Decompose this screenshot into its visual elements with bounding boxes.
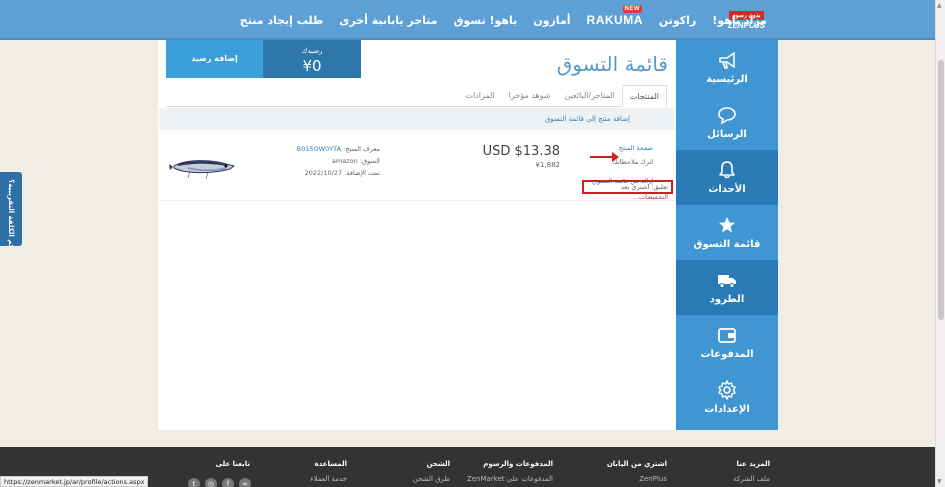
scroll-down-icon[interactable]: ▼: [937, 478, 942, 485]
sidebar-item-payments[interactable]: المدفوعات: [676, 315, 778, 370]
balance-label: رصيدك: [301, 47, 323, 55]
footer-heading: الشحن: [426, 460, 451, 468]
scrollbar-thumb[interactable]: [938, 60, 944, 320]
wallet-icon: [718, 328, 736, 343]
footer-col-help: المساعدة خدمة العملاء: [310, 460, 347, 483]
product-meta: معرف المنتج: B015OW0YTA السوق: amazon تم…: [290, 143, 380, 179]
footer-link[interactable]: المدفوعات على ZenMarket: [467, 475, 553, 483]
footer-col-follow: تابعنا على: [216, 460, 250, 475]
add-balance-button[interactable]: إضافة رصيد: [166, 40, 263, 78]
comment-box[interactable]: تعليق: اشتري بعد التخفيضات...: [582, 180, 673, 201]
footer-heading: اشتري من اليابان: [606, 460, 667, 468]
status-bar-url: https://zenmarket.jp/ar/profile/actions.…: [0, 476, 149, 487]
sidebar-label-parcels: الطرود: [709, 294, 745, 305]
new-badge: NEW: [622, 5, 643, 13]
chat-bubble-icon: [718, 107, 736, 125]
sidebar-item-home[interactable]: الرئيسية: [676, 40, 778, 95]
footer-heading: المدفوعات والرسوم: [483, 460, 553, 468]
footer-col-payments: المدفوعات والرسوم المدفوعات على ZenMarke…: [467, 460, 553, 483]
sidebar-label-messages: الرسائل: [707, 129, 747, 140]
sidebar-label-payments: المدفوعات: [700, 349, 754, 360]
sidebar-item-shopping-list[interactable]: قائمة التسوق: [676, 205, 778, 260]
star-icon: [719, 217, 735, 233]
scroll-up-icon[interactable]: ▲: [937, 2, 942, 9]
product-image[interactable]: [168, 152, 238, 182]
add-to-list-link[interactable]: إضافة منتج إلى قائمة التسوق: [159, 108, 675, 130]
twitter-icon[interactable]: t: [188, 478, 200, 487]
tab-stores[interactable]: المتاجر/البائعين: [557, 85, 621, 107]
sidebar: الرئيسية الرسائل الأحداث قائمة التسوق ال…: [676, 40, 778, 430]
nav-item-yahoo-shopping[interactable]: ياهو! تسوق: [446, 14, 526, 27]
nav-item-rakuten[interactable]: راكوتن: [651, 14, 704, 27]
gear-icon: [718, 380, 736, 400]
social-links: t ◎ f ≈: [188, 478, 251, 487]
sidebar-item-messages[interactable]: الرسائل: [676, 95, 778, 150]
added-label: تمت الإضافة:: [344, 169, 380, 177]
cost-estimate-tab[interactable]: كم الكلفة التقريبية؟: [0, 172, 22, 249]
footer-link[interactable]: ZenPlus: [607, 475, 667, 483]
truck-icon: [718, 275, 736, 288]
nav-items: مزاد ياهو! راكوتن RAKUMA NEW أمازون ياهو…: [232, 0, 775, 40]
sidebar-label-shopping-list: قائمة التسوق: [693, 239, 761, 250]
tabs: المنتجات المتاجر/البائعين شوهد مؤخرا الم…: [458, 85, 667, 107]
page-title: قائمة التسوق: [556, 52, 668, 76]
red-arrow-icon: [590, 152, 619, 162]
market-row: السوق: amazon: [290, 155, 380, 167]
market-label: السوق:: [359, 157, 380, 165]
instagram-icon[interactable]: ◎: [205, 478, 217, 487]
sidebar-label-settings: الإعدادات: [704, 404, 750, 415]
footer-link[interactable]: ملف الشركة: [733, 475, 770, 483]
sidebar-item-settings[interactable]: الإعدادات: [676, 370, 778, 425]
facebook-icon[interactable]: f: [222, 478, 234, 487]
price-jpy: ¥1,882: [535, 161, 561, 169]
rakuma-label: RAKUMA: [586, 13, 643, 27]
sidebar-label-home: الرئيسية: [706, 74, 748, 85]
footer-col-buy: اشتري من اليابان ZenPlus: [607, 460, 667, 483]
tab-products[interactable]: المنتجات: [621, 85, 667, 107]
megaphone-icon: [719, 52, 735, 69]
balance-box: رصيدك ¥0: [263, 40, 361, 78]
nav-item-find-product[interactable]: طلب إيجاد منتج: [232, 14, 331, 27]
product-id-row: معرف المنتج: B015OW0YTA: [290, 143, 380, 155]
scrollbar[interactable]: ▲ ▼: [935, 0, 945, 487]
cost-estimate-label: كم الكلفة التقريبية؟: [7, 179, 15, 249]
balance-value: ¥0: [302, 57, 322, 75]
nav-item-amazon[interactable]: أمازون: [525, 14, 578, 27]
sidebar-item-parcels[interactable]: الطرود: [676, 260, 778, 315]
nav-item-other-stores[interactable]: متاجر يابانية أخرى: [331, 14, 445, 27]
sidebar-item-events[interactable]: الأحداث: [676, 150, 778, 205]
footer-heading: المزيد عنا: [736, 460, 770, 468]
product-id-label: معرف المنتج:: [343, 145, 380, 153]
price-usd: USD $13.38: [482, 144, 560, 159]
added-date: 2022/10/27: [304, 169, 343, 177]
market-value: amazon: [331, 157, 358, 165]
footer-heading: المساعدة: [314, 460, 347, 468]
product-id[interactable]: B015OW0YTA: [297, 145, 341, 153]
footer-link[interactable]: طرق الشحن: [413, 475, 450, 483]
tab-auctions[interactable]: المزادات: [458, 85, 501, 107]
rss-icon[interactable]: ≈: [239, 478, 251, 487]
footer-col-about: المزيد عنا ملف الشركة: [733, 460, 770, 483]
nav-item-yahoo-auctions[interactable]: مزاد ياهو!: [704, 14, 775, 27]
nav-item-rakuma[interactable]: RAKUMA NEW: [579, 5, 651, 27]
added-row: تمت الإضافة: 2022/10/27: [290, 167, 380, 179]
tab-recently-viewed[interactable]: شوهد مؤخرا: [502, 85, 558, 107]
footer-col-shipping: الشحن طرق الشحن: [413, 460, 450, 483]
top-navigation: بدون رسوم ZENPLUS مزاد ياهو! راكوتن RAKU…: [0, 0, 945, 40]
footer-link[interactable]: خدمة العملاء: [310, 475, 347, 483]
footer-heading: تابعنا على: [215, 460, 250, 468]
sidebar-label-events: الأحداث: [708, 184, 746, 195]
bell-icon: [719, 161, 735, 179]
